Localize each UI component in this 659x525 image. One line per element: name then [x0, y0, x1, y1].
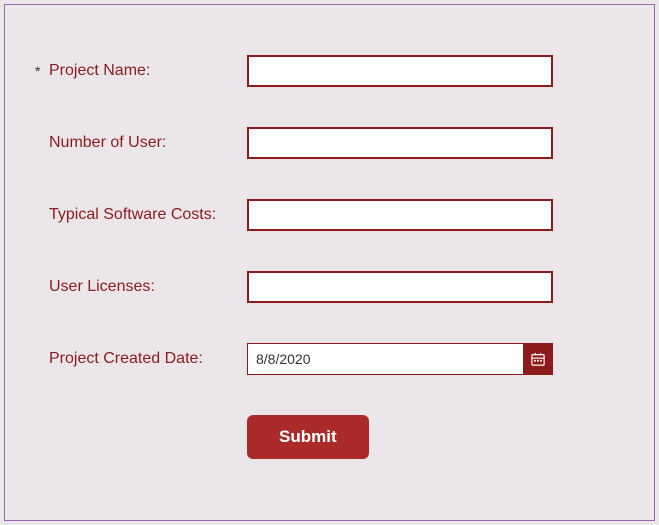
label-software-costs: Typical Software Costs:	[49, 206, 247, 224]
label-user-licenses: User Licenses:	[49, 278, 247, 296]
row-user-licenses: User Licenses:	[35, 271, 624, 303]
row-software-costs: Typical Software Costs:	[35, 199, 624, 231]
row-number-of-user: Number of User:	[35, 127, 624, 159]
number-of-user-input[interactable]	[247, 127, 553, 159]
label-number-of-user: Number of User:	[49, 134, 247, 152]
label-project-name: Project Name:	[49, 62, 247, 80]
software-costs-input[interactable]	[247, 199, 553, 231]
created-date-input[interactable]	[247, 343, 523, 375]
form-panel: * Project Name: Number of User: Typical …	[4, 4, 655, 521]
calendar-icon	[531, 352, 545, 366]
project-name-input[interactable]	[247, 55, 553, 87]
row-project-name: * Project Name:	[35, 55, 624, 87]
row-created-date: Project Created Date:	[35, 343, 624, 375]
required-marker: *	[35, 63, 49, 79]
calendar-button[interactable]	[523, 343, 553, 375]
submit-button[interactable]: Submit	[247, 415, 369, 459]
submit-row: Submit	[35, 415, 624, 459]
created-date-field	[247, 343, 553, 375]
user-licenses-input[interactable]	[247, 271, 553, 303]
label-created-date: Project Created Date:	[49, 350, 247, 368]
